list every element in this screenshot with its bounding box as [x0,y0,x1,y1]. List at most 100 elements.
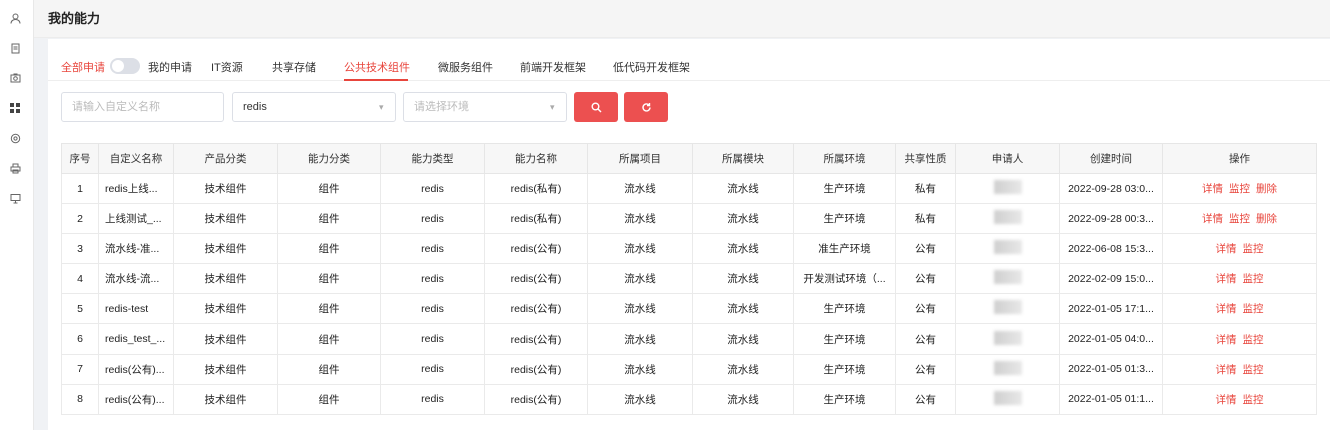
environment-cell: 生产环境 [793,353,896,385]
product-category-cell: 技术组件 [173,263,278,295]
row-number: 7 [61,353,99,385]
ability-type-cell: redis [380,293,485,325]
redacted-applicant [993,300,1022,315]
table-row: 7 redis(公有)... 技术组件 组件 redis redis(公有) 流水线 流水线生… [61,353,1317,385]
created-time-cell: 2022-09-28 03:0... [1059,172,1163,205]
custom-name-cell: redis-test [98,293,174,325]
table-row: 3 流水线-准... 技术组件 组件 redis redis(公有) 流水线 流水线 准生产环境… [61,233,1317,265]
applicant-cell [955,233,1060,265]
col-header: 创建时间 [1059,143,1163,174]
refresh-icon [641,102,651,112]
user-icon[interactable] [8,11,22,25]
tab-microservice-components[interactable]: 微服务组件 [438,59,493,75]
operations-cell: 详情 监控 [1162,263,1317,295]
detail-link[interactable]: 详情 [1216,273,1237,285]
page-title: 我的能力 [48,11,101,26]
page-header: 我的能力 [34,0,1330,38]
detail-link[interactable]: 详情 [1216,243,1237,255]
monitor-icon[interactable] [8,191,22,205]
detail-link[interactable]: 详情 [1216,394,1237,406]
document-icon[interactable] [8,41,22,55]
redacted-applicant [993,270,1022,285]
operations-cell: 详情 监控 [1162,323,1317,355]
monitor-link[interactable]: 监控 [1243,334,1264,346]
ability-name-cell: redis(公有) [484,263,588,295]
product-category-cell: 技术组件 [173,323,278,355]
monitor-link[interactable]: 监控 [1229,213,1250,225]
custom-name-cell: redis(公有)... [98,353,174,385]
detail-link[interactable]: 详情 [1216,364,1237,376]
redacted-applicant [993,210,1022,225]
monitor-link[interactable]: 监控 [1243,273,1264,285]
custom-name-input[interactable] [61,92,224,122]
col-header: 申请人 [955,143,1060,174]
detail-link[interactable]: 详情 [1216,303,1237,315]
environment-cell: 开发测试环境（... [793,263,896,295]
operations-cell: 详情 监控 [1162,293,1317,325]
ability-type-cell: redis [380,233,485,265]
share-type-cell: 公有 [895,293,956,325]
detail-link[interactable]: 详情 [1202,183,1223,195]
tab-frontend-framework[interactable]: 前端开发框架 [520,59,586,75]
project-cell: 流水线 [587,263,693,295]
product-category-cell: 技术组件 [173,383,278,415]
project-cell: 流水线 [587,233,693,265]
col-header: 所属模块 [692,143,794,174]
my-apply-label[interactable]: 我的申请 [148,59,192,75]
search-button[interactable] [574,92,618,122]
monitor-link[interactable]: 监控 [1229,183,1250,195]
row-number: 4 [61,263,99,295]
col-header: 所属环境 [793,143,896,174]
operations-cell: 详情 监控 [1162,353,1317,385]
ability-type-cell: redis [380,323,485,355]
environment-cell: 生产环境 [793,203,896,235]
col-header: 自定义名称 [98,143,174,174]
product-category-cell: 技术组件 [173,353,278,385]
custom-name-cell: redis上线... [98,172,174,205]
ability-category-cell: 组件 [277,263,381,295]
tab-lowcode-framework[interactable]: 低代码开发框架 [613,59,690,75]
all-apply-label[interactable]: 全部申请 [61,59,105,75]
grid-icon[interactable] [8,101,22,115]
detail-link[interactable]: 详情 [1216,334,1237,346]
tab-public-tech-components[interactable]: 公共技术组件 [344,59,410,75]
monitor-link[interactable]: 监控 [1243,394,1264,406]
apply-scope-toggle[interactable] [110,58,140,74]
table-row: 6 redis_test_... 技术组件 组件 redis redis(公有) 流水线 流水… [61,323,1317,355]
custom-name-cell: redis_test_... [98,323,174,355]
module-cell: 流水线 [692,233,794,265]
ability-select[interactable] [232,92,396,122]
table-header-row: 序号 自定义名称 产品分类 能力分类 能力类型 能力名称 所属项目 所属模块 所… [61,143,1317,174]
row-number: 1 [61,172,99,205]
detail-link[interactable]: 详情 [1202,213,1223,225]
created-time-cell: 2022-01-05 01:3... [1059,353,1163,385]
delete-link[interactable]: 删除 [1256,183,1277,195]
active-tab-underline [344,79,408,81]
printer-icon[interactable] [8,161,22,175]
camera-icon[interactable] [8,70,22,84]
environment-cell: 生产环境 [793,383,896,415]
monitor-link[interactable]: 监控 [1243,303,1264,315]
environment-select[interactable] [403,92,567,122]
headset-icon[interactable] [8,131,22,145]
created-time-cell: 2022-06-08 15:3... [1059,233,1163,265]
product-category-cell: 技术组件 [173,203,278,235]
ability-name-cell: redis(公有) [484,353,588,385]
delete-link[interactable]: 删除 [1256,213,1277,225]
ability-category-cell: 组件 [277,383,381,415]
monitor-link[interactable]: 监控 [1243,364,1264,376]
table-row: 4 流水线-流... 技术组件 组件 redis redis(公有) 流水线 流水线 开发测试环… [61,263,1317,295]
ability-name-cell: redis(公有) [484,293,588,325]
chevron-down-icon: ▾ [550,102,555,112]
row-number: 6 [61,323,99,355]
product-category-cell: 技术组件 [173,172,278,205]
tab-shared-storage[interactable]: 共享存储 [272,59,316,75]
monitor-link[interactable]: 监控 [1243,243,1264,255]
created-time-cell: 2022-02-09 15:0... [1059,263,1163,295]
operations-cell: 详情 监控 [1162,383,1317,415]
created-time-cell: 2022-09-28 00:3... [1059,203,1163,235]
row-number: 5 [61,293,99,325]
reset-button[interactable] [624,92,668,122]
share-type-cell: 公有 [895,263,956,295]
tab-it-resource[interactable]: IT资源 [211,59,243,75]
